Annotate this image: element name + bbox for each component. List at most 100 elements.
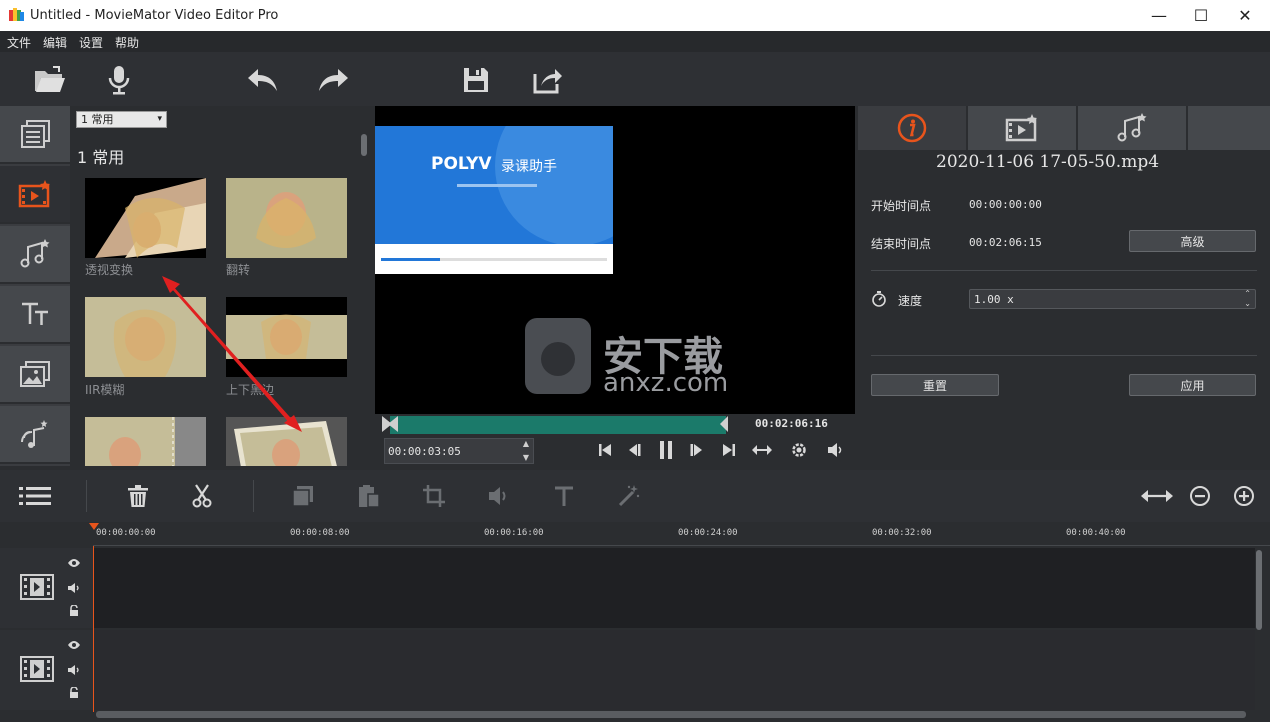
video-preview[interactable]: POLYV 录课助手 安下载 anxz.com — [375, 106, 855, 414]
menu-file[interactable]: 文件 — [7, 34, 31, 51]
tab-text[interactable] — [0, 286, 70, 344]
effect-thumb-letterbox[interactable] — [226, 297, 347, 377]
magic-wand-icon — [618, 485, 640, 507]
advanced-button[interactable]: 高级 — [1129, 230, 1256, 252]
step-back-icon[interactable] — [626, 442, 642, 458]
close-button[interactable]: ✕ — [1222, 0, 1268, 31]
video-track-icon — [20, 574, 54, 600]
spin-down-icon[interactable]: ▼ — [523, 453, 529, 462]
in-point-marker-icon[interactable] — [380, 414, 400, 434]
fit-timeline-button[interactable] — [1137, 476, 1177, 516]
tab-video-filters[interactable] — [968, 106, 1076, 150]
skip-end-icon[interactable] — [721, 442, 737, 458]
export-button[interactable] — [526, 58, 570, 102]
pause-icon[interactable] — [658, 439, 674, 461]
tab-audio-effects[interactable] — [0, 226, 70, 284]
speaker-icon[interactable] — [67, 582, 81, 594]
open-project-button[interactable] — [28, 58, 72, 102]
split-button[interactable] — [182, 476, 222, 516]
speaker-icon[interactable] — [67, 664, 81, 676]
tab-audio-filters[interactable] — [1078, 106, 1186, 150]
redo-button[interactable] — [311, 58, 355, 102]
effects-panel: 1 常用 ▾ 1 常用 透视变换 翻转 IIR模糊 上下黑边 — [70, 106, 374, 466]
paste-icon — [359, 485, 380, 508]
crop-icon — [423, 485, 445, 507]
effect-thumb-perspective[interactable] — [85, 178, 206, 258]
media-list-icon — [21, 120, 50, 148]
out-point-marker-icon[interactable] — [718, 414, 730, 434]
tab-transitions[interactable] — [0, 406, 70, 464]
track-header — [0, 548, 93, 628]
scrubber[interactable]: 00:02:06:16 — [380, 414, 852, 434]
skip-start-icon[interactable] — [597, 442, 613, 458]
effect-thumb-6[interactable] — [226, 417, 347, 466]
time-spinbox[interactable]: 00:00:03:05 ▲ ▼ — [384, 438, 534, 464]
track-header — [0, 630, 93, 710]
divider — [86, 480, 87, 512]
step-forward-icon[interactable] — [689, 442, 705, 458]
track-lane[interactable] — [93, 548, 1255, 628]
tab-media[interactable] — [0, 106, 70, 164]
video-effect-icon — [1005, 114, 1037, 142]
volume-icon[interactable] — [826, 442, 844, 458]
tracks-vertical-scrollbar[interactable] — [1256, 550, 1262, 630]
preview-frame: POLYV 录课助手 — [375, 126, 613, 274]
playhead-marker-icon[interactable] — [88, 522, 100, 532]
save-button[interactable] — [454, 58, 498, 102]
zoom-out-button[interactable] — [1180, 476, 1220, 516]
timeline-ruler[interactable]: 00:00:00:00 00:00:08:00 00:00:16:00 00:0… — [0, 522, 1270, 546]
effect-thumb-5[interactable] — [85, 417, 206, 466]
effect-thumb-iir-blur[interactable] — [85, 297, 206, 377]
tab-info[interactable] — [858, 106, 966, 150]
title-bar: Untitled - MovieMator Video Editor Pro —… — [0, 0, 1270, 31]
apply-button[interactable]: 应用 — [1129, 374, 1256, 396]
file-name: 2020-11-06 17-05-50.mp4 — [936, 152, 1160, 172]
maximize-button[interactable]: ☐ — [1178, 0, 1224, 31]
redo-icon — [319, 69, 348, 91]
speed-value: 1.00 x — [974, 293, 1014, 306]
undo-button[interactable] — [241, 58, 285, 102]
copy-icon — [292, 486, 313, 507]
zoom-in-button[interactable] — [1224, 476, 1264, 516]
effect-thumb-flip[interactable] — [226, 178, 347, 258]
brand-subtitle: 录课助手 — [501, 159, 557, 175]
track-menu-button[interactable] — [15, 476, 55, 516]
tracks-horizontal-scrollbar[interactable] — [96, 711, 1246, 718]
record-voice-button[interactable] — [97, 58, 141, 102]
tab-overlay[interactable] — [0, 346, 70, 404]
video-track-1 — [0, 548, 1270, 628]
minimize-button[interactable]: — — [1136, 0, 1182, 31]
lock-icon[interactable] — [68, 687, 80, 699]
menu-help[interactable]: 帮助 — [115, 34, 139, 51]
eye-icon[interactable] — [67, 558, 81, 568]
menu-settings[interactable]: 设置 — [79, 34, 103, 51]
shield-icon — [525, 318, 591, 394]
tab-empty — [1188, 106, 1270, 150]
spin-up-icon[interactable]: ▲ — [523, 439, 529, 448]
effect-label: IIR模糊 — [85, 383, 125, 397]
menu-edit[interactable]: 编辑 — [43, 34, 67, 51]
window-title: Untitled - MovieMator Video Editor Pro — [30, 8, 279, 23]
zoom-in-icon — [1234, 486, 1254, 506]
save-icon — [464, 68, 488, 92]
effects-scrollbar[interactable] — [361, 134, 367, 156]
spin-arrows-icon[interactable]: ⌃ ⌄ — [1244, 289, 1251, 309]
app-logo-icon — [9, 8, 24, 21]
track-lane[interactable] — [93, 630, 1255, 710]
watermark-en: anxz.com — [603, 368, 729, 398]
music-effect-icon — [1117, 113, 1147, 142]
playhead-line — [93, 546, 94, 712]
speed-spinbox[interactable]: 1.00 x ⌃ ⌄ — [969, 289, 1256, 309]
microphone-icon — [108, 66, 130, 95]
ruler-tick: 00:00:32:00 — [872, 528, 932, 538]
tab-video-effects[interactable] — [0, 166, 70, 224]
reset-button[interactable]: 重置 — [871, 374, 999, 396]
category-select[interactable]: 1 常用 ▾ — [76, 111, 167, 128]
gear-icon[interactable] — [790, 441, 808, 459]
eye-icon[interactable] — [67, 640, 81, 650]
speaker-icon — [489, 487, 506, 505]
lock-icon[interactable] — [68, 605, 80, 617]
fit-width-icon[interactable] — [751, 442, 773, 458]
zoom-out-icon — [1190, 486, 1210, 506]
delete-button[interactable] — [118, 476, 158, 516]
